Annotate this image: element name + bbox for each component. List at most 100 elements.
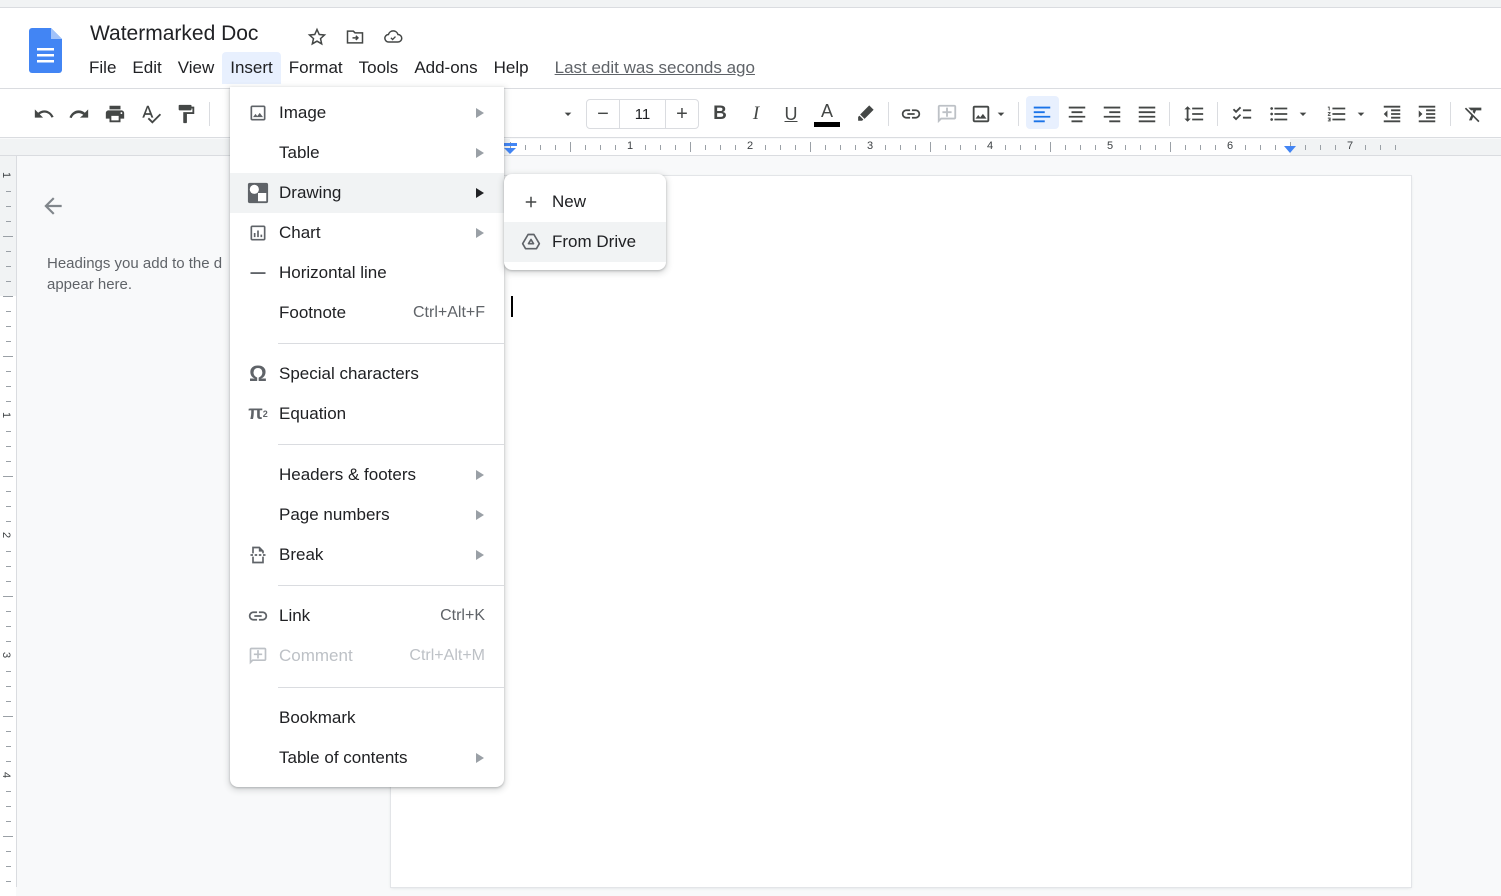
menu-item-break[interactable]: Break — [230, 535, 504, 575]
redo-icon[interactable] — [66, 101, 92, 127]
ruler-tick — [1200, 145, 1201, 150]
menu-insert[interactable]: Insert — [222, 52, 281, 84]
highlight-icon[interactable] — [852, 101, 878, 127]
horizontal-line-icon — [246, 261, 270, 285]
print-icon[interactable] — [102, 101, 128, 127]
bulleted-list-icon[interactable] — [1266, 101, 1292, 127]
add-comment-icon[interactable] — [934, 101, 960, 127]
menu-tools[interactable]: Tools — [351, 52, 407, 84]
submenu-arrow-icon — [476, 228, 484, 238]
font-dropdown-arrow-icon[interactable] — [555, 101, 581, 127]
browser-top-strip — [0, 0, 1501, 8]
numbered-dropdown-arrow-icon[interactable] — [1352, 101, 1370, 127]
right-indent-marker-icon[interactable] — [1283, 144, 1297, 154]
menu-view[interactable]: View — [170, 52, 223, 84]
vertical-ruler-number: 2 — [0, 531, 13, 539]
ruler-tick — [600, 145, 601, 150]
cloud-saved-icon[interactable] — [381, 25, 405, 49]
undo-icon[interactable] — [31, 101, 57, 127]
vertical-ruler-tick — [6, 611, 11, 612]
decrease-indent-icon[interactable] — [1379, 101, 1405, 127]
image-dropdown-arrow-icon[interactable] — [992, 101, 1010, 127]
text-cursor — [511, 296, 513, 317]
vertical-ruler-number: 1 — [0, 411, 13, 419]
vertical-ruler-tick — [3, 296, 13, 297]
menu-item-comment[interactable]: Comment Ctrl+Alt+M — [230, 636, 504, 676]
font-size-stepper[interactable]: − 11 + — [586, 99, 699, 129]
ruler-tick — [885, 145, 886, 150]
menu-addons[interactable]: Add-ons — [406, 52, 485, 84]
back-arrow-icon[interactable] — [40, 193, 66, 219]
menu-item-drawing[interactable]: Drawing — [230, 173, 504, 213]
ruler-tick — [690, 142, 691, 152]
italic-icon[interactable]: I — [743, 101, 769, 127]
numbered-list-icon[interactable] — [1324, 101, 1350, 127]
menu-item-table-of-contents[interactable]: Table of contents — [230, 738, 504, 778]
align-center-icon[interactable] — [1064, 101, 1090, 127]
line-spacing-icon[interactable] — [1181, 101, 1207, 127]
left-indent-marker-icon[interactable] — [503, 143, 517, 154]
bold-icon[interactable]: B — [707, 101, 733, 127]
submenu-item-from-drive[interactable]: From Drive — [504, 222, 666, 262]
vertical-ruler-tick — [3, 716, 13, 717]
submenu-arrow-icon — [476, 470, 484, 480]
vertical-ruler-tick — [3, 836, 13, 837]
ruler-tick — [840, 145, 841, 150]
justify-icon[interactable] — [1134, 101, 1160, 127]
decrease-font-icon[interactable]: − — [587, 100, 619, 128]
outline-placeholder-text: Headings you add to the d appear here. — [47, 255, 223, 293]
vertical-ruler[interactable]: 1 1 2 3 4 — [0, 156, 17, 896]
vertical-ruler-tick — [6, 446, 11, 447]
menu-format[interactable]: Format — [281, 52, 351, 84]
increase-indent-icon[interactable] — [1414, 101, 1440, 127]
ruler-tick — [945, 145, 946, 150]
plus-icon — [520, 191, 542, 213]
spellcheck-icon[interactable] — [138, 101, 164, 127]
ruler-tick — [1275, 145, 1276, 150]
ruler-tick — [1335, 145, 1336, 150]
menu-item-page-numbers[interactable]: Page numbers — [230, 495, 504, 535]
menu-item-link[interactable]: Link Ctrl+K — [230, 596, 504, 636]
increase-font-icon[interactable]: + — [666, 100, 698, 128]
menu-item-special-characters[interactable]: Ω Special characters — [230, 354, 504, 394]
menu-file[interactable]: File — [81, 52, 124, 84]
bullet-dropdown-arrow-icon[interactable] — [1294, 101, 1312, 127]
menu-item-bookmark[interactable]: Bookmark — [230, 698, 504, 738]
link-icon[interactable] — [898, 101, 924, 127]
star-icon[interactable] — [305, 25, 329, 49]
submenu-item-new[interactable]: New — [504, 182, 666, 222]
document-page[interactable] — [391, 176, 1411, 887]
clear-formatting-icon[interactable] — [1461, 101, 1487, 127]
drive-icon — [520, 231, 542, 253]
menu-item-footnote[interactable]: Footnote Ctrl+Alt+F — [230, 293, 504, 333]
move-folder-icon[interactable] — [343, 25, 367, 49]
menu-help[interactable]: Help — [486, 52, 537, 84]
menu-item-chart[interactable]: Chart — [230, 213, 504, 253]
align-left-icon[interactable] — [1029, 101, 1055, 127]
text-color-icon[interactable]: A — [814, 101, 840, 127]
insert-image-icon[interactable] — [968, 101, 994, 127]
ruler-tick — [765, 145, 766, 150]
submenu-arrow-icon — [476, 188, 484, 198]
menu-item-table[interactable]: Table — [230, 133, 504, 173]
ruler-tick — [810, 142, 811, 152]
menu-edit[interactable]: Edit — [124, 52, 169, 84]
ruler-number: 4 — [987, 140, 994, 152]
vertical-ruler-tick — [3, 596, 13, 597]
document-title[interactable]: Watermarked Doc — [90, 22, 258, 46]
docs-logo-icon[interactable] — [29, 28, 62, 73]
menu-item-image[interactable]: Image — [230, 93, 504, 133]
font-size-input[interactable]: 11 — [619, 100, 666, 128]
checklist-icon[interactable] — [1229, 101, 1255, 127]
menu-item-equation[interactable]: π2 Equation — [230, 394, 504, 434]
horizontal-ruler[interactable]: 1 2 3 4 5 6 7 — [0, 139, 1501, 156]
ruler-tick — [1365, 145, 1366, 150]
ruler-tick — [1185, 145, 1186, 150]
link-icon — [246, 604, 270, 628]
menu-item-headers-footers[interactable]: Headers & footers — [230, 455, 504, 495]
align-right-icon[interactable] — [1099, 101, 1125, 127]
menu-item-horizontal-line[interactable]: Horizontal line — [230, 253, 504, 293]
paint-format-icon[interactable] — [173, 101, 199, 127]
last-edit-link[interactable]: Last edit was seconds ago — [555, 58, 755, 78]
underline-icon[interactable]: U — [778, 101, 804, 127]
